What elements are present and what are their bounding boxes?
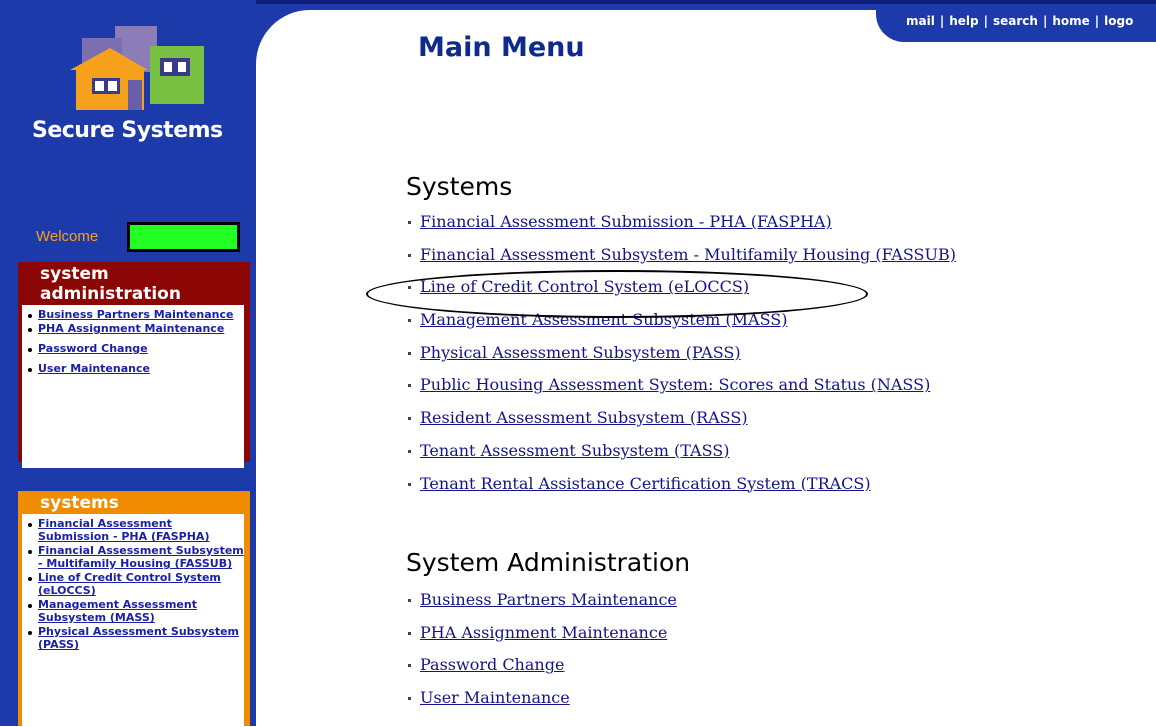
logout-link[interactable]: logo <box>1104 14 1133 28</box>
system-link-faspha[interactable]: Financial Assessment Submission - PHA (F… <box>420 212 832 231</box>
page-title: Main Menu <box>418 32 585 63</box>
link-separator: | <box>983 14 988 28</box>
systems-heading: systems <box>40 493 119 513</box>
list-item: Tenant Assessment Subsystem (TASS) <box>396 441 956 474</box>
sidebar-item-mass[interactable]: Management Assessment Subsystem (MASS) <box>22 598 244 624</box>
sidebar-item-user-maintenance[interactable]: User Maintenance <box>22 362 244 375</box>
list-item: Password Change <box>396 655 677 688</box>
sidebar-item-password-change[interactable]: Password Change <box>22 342 244 355</box>
system-link-pass[interactable]: Physical Assessment Subsystem (PASS) <box>420 343 741 362</box>
welcome-username-box <box>127 222 240 252</box>
link-separator: | <box>1042 14 1048 28</box>
admin-link-password-change[interactable]: Password Change <box>420 655 564 674</box>
system-link-nass[interactable]: Public Housing Assessment System: Scores… <box>420 375 930 394</box>
list-item: PHA Assignment Maintenance <box>396 623 677 656</box>
top-links: mail | help | search | home | logo <box>906 14 1133 28</box>
system-administration-section-title: System Administration <box>406 548 691 577</box>
link-separator: | <box>939 14 945 28</box>
admin-link-pha-assignment[interactable]: PHA Assignment Maintenance <box>420 623 667 642</box>
system-administration-list: Business Partners Maintenance PHA Assign… <box>396 590 677 721</box>
systems-list: Financial Assessment Submission - PHA (F… <box>396 212 956 506</box>
system-link-mass[interactable]: Management Assessment Subsystem (MASS) <box>420 310 787 329</box>
list-item: Business Partners Maintenance <box>396 590 677 623</box>
sidebar-item-pass[interactable]: Physical Assessment Subsystem (PASS) <box>22 625 244 651</box>
list-item: Resident Assessment Subsystem (RASS) <box>396 408 956 441</box>
mail-link[interactable]: mail <box>906 14 935 28</box>
sidebar-item-pha-assignment[interactable]: PHA Assignment Maintenance <box>22 322 244 335</box>
list-item: Physical Assessment Subsystem (PASS) <box>396 343 956 376</box>
sidebar-item-faspha[interactable]: Financial Assessment Submission - PHA (F… <box>22 517 244 543</box>
system-administration-links: Business Partners Maintenance PHA Assign… <box>22 305 244 468</box>
sidebar-item-eloccs[interactable]: Line of Credit Control System (eLOCCS) <box>22 571 244 597</box>
admin-link-business-partners[interactable]: Business Partners Maintenance <box>420 590 677 609</box>
sidebar-item-fassub[interactable]: Financial Assessment Subsystem - Multifa… <box>22 544 244 570</box>
link-separator: | <box>1094 14 1100 28</box>
sidebar-item-business-partners[interactable]: Business Partners Maintenance <box>22 308 244 321</box>
system-administration-heading: system administration <box>18 262 250 305</box>
help-link[interactable]: help <box>949 14 978 28</box>
logo-text: Secure Systems <box>32 118 223 143</box>
heading-line-2: administration <box>40 284 181 304</box>
list-item: Financial Assessment Submission - PHA (F… <box>396 212 956 245</box>
list-item: Public Housing Assessment System: Scores… <box>396 375 956 408</box>
list-item: Financial Assessment Subsystem - Multifa… <box>396 245 956 278</box>
admin-link-user-maintenance[interactable]: User Maintenance <box>420 688 570 707</box>
systems-box: systems Financial Assessment Submission … <box>18 491 250 727</box>
system-link-fassub[interactable]: Financial Assessment Subsystem - Multifa… <box>420 245 956 264</box>
list-item: Management Assessment Subsystem (MASS) <box>396 310 956 343</box>
home-link[interactable]: home <box>1052 14 1089 28</box>
heading-line-1: system <box>40 264 109 284</box>
systems-section-title: Systems <box>406 172 513 201</box>
system-link-tracs[interactable]: Tenant Rental Assistance Certification S… <box>420 474 871 493</box>
system-link-rass[interactable]: Resident Assessment Subsystem (RASS) <box>420 408 748 427</box>
system-link-eloccs[interactable]: Line of Credit Control System (eLOCCS) <box>420 277 749 296</box>
system-link-tass[interactable]: Tenant Assessment Subsystem (TASS) <box>420 441 730 460</box>
system-administration-box: system administration Business Partners … <box>18 262 250 468</box>
systems-links: Financial Assessment Submission - PHA (F… <box>22 514 244 727</box>
search-link[interactable]: search <box>993 14 1038 28</box>
list-item: Tenant Rental Assistance Certification S… <box>396 474 956 507</box>
welcome-label: Welcome <box>36 228 99 245</box>
list-item: User Maintenance <box>396 688 677 721</box>
list-item: Line of Credit Control System (eLOCCS) <box>396 277 956 310</box>
